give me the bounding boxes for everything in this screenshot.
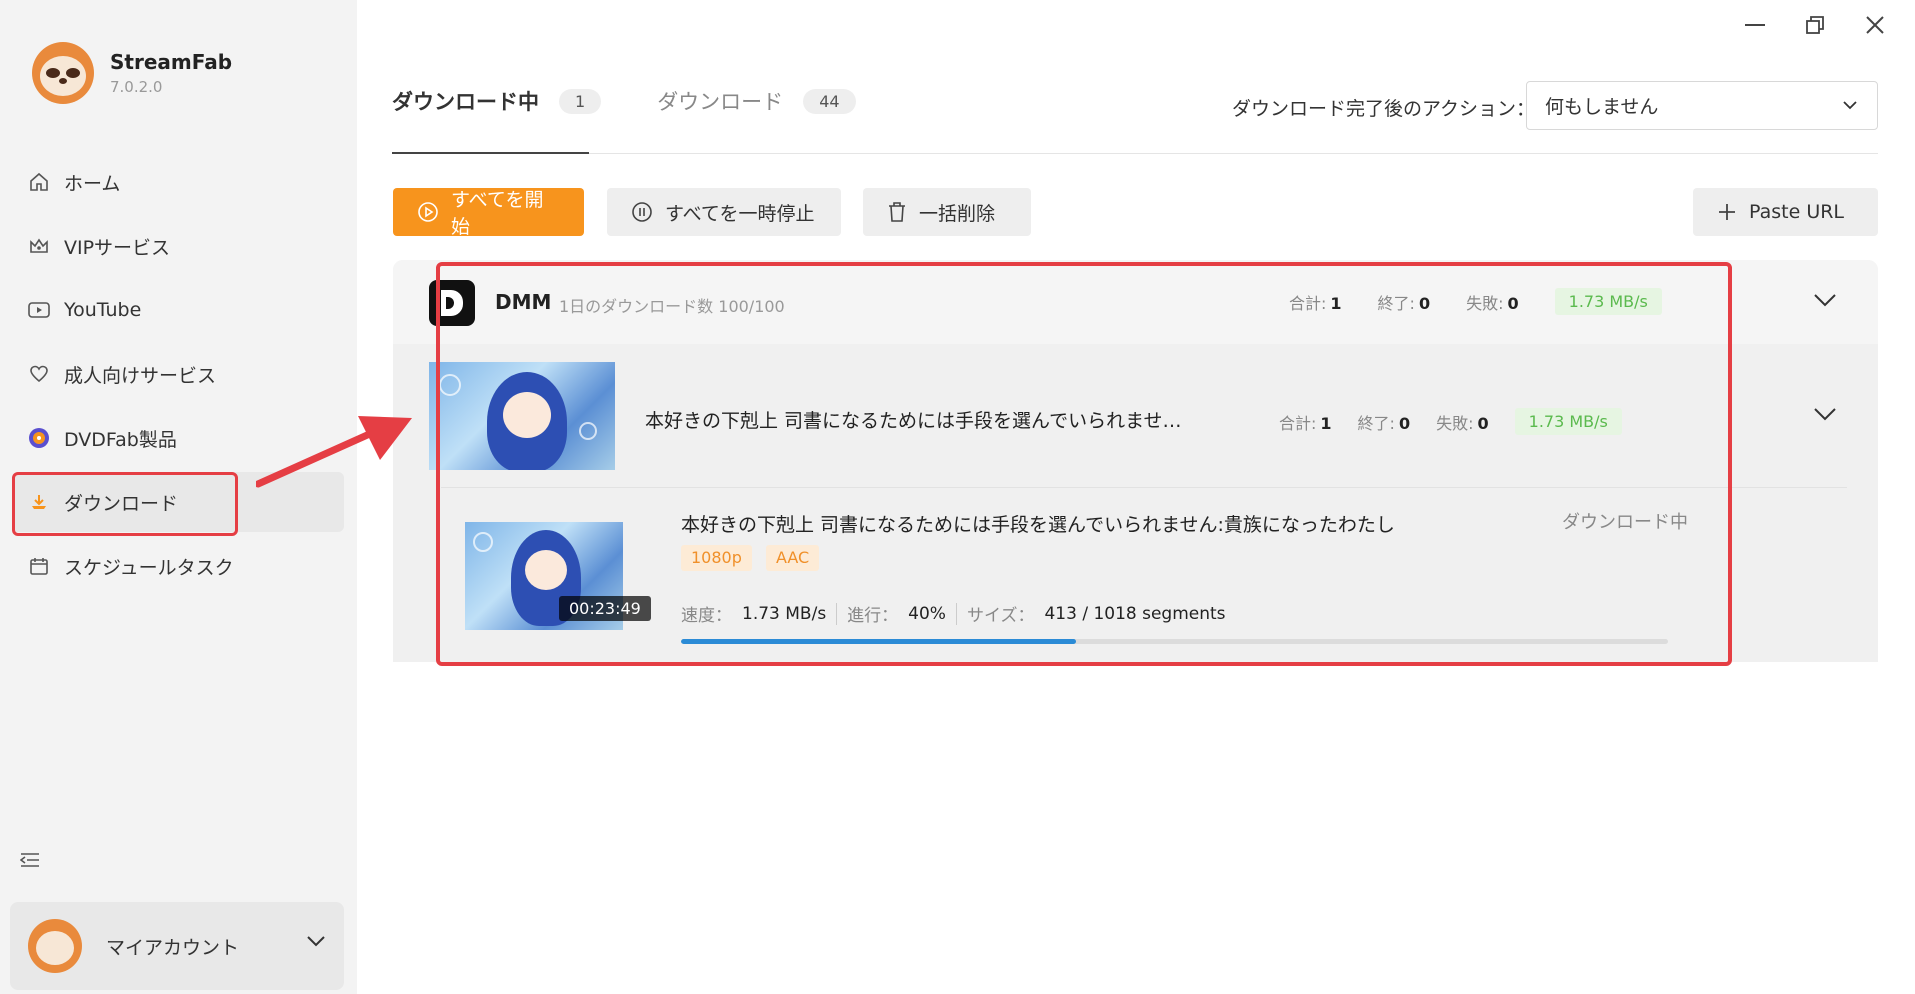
account-label: マイアカウント [106,936,240,959]
crown-icon [28,235,50,257]
close-button[interactable] [1845,10,1905,40]
download-tabs: ダウンロード中 1 ダウンロード 44 [392,86,912,116]
sidebar-item-youtube[interactable]: YouTube [12,280,344,340]
pause-circle-icon [631,201,653,223]
youtube-icon [28,299,50,321]
tab-label: ダウンロード中 [392,90,539,114]
download-highlight-box [12,472,238,536]
after-download-action-select[interactable]: 何もしません [1526,81,1878,130]
pointer-arrow-icon [256,416,412,488]
button-label: Paste URL [1749,201,1845,223]
active-tab-indicator [392,152,589,154]
sidebar-item-label: 成人向けサービス [64,364,217,387]
sidebar-item-label: スケジュールタスク [64,556,234,579]
tab-downloaded[interactable]: ダウンロード 44 [657,86,856,116]
dvdfab-icon [28,427,50,449]
avatar [28,919,82,973]
restore-button[interactable] [1785,10,1845,40]
button-label: 一括削除 [919,202,996,225]
sidebar-item-adult[interactable]: 成人向けサービス [12,344,344,404]
streamfab-logo [32,42,94,104]
expand-chevron-icon[interactable] [1813,292,1837,311]
plus-icon [1717,202,1737,222]
tab-label: ダウンロード [657,90,784,114]
tab-divider [392,153,1878,154]
tab-count-badge: 44 [803,88,856,114]
sidebar-item-label: YouTube [64,299,142,321]
app-version: 7.0.2.0 [110,78,163,96]
button-label: すべてを一時停止 [665,202,815,225]
sidebar-item-label: DVDFab製品 [64,428,177,451]
download-item-highlight-box [436,262,1732,666]
heart-icon [28,363,50,385]
sidebar: StreamFab 7.0.2.0 ホーム VIPサービス YouTube 成人… [0,0,357,994]
tab-count-badge: 1 [559,88,602,114]
select-value: 何もしません [1545,96,1659,118]
tab-downloading[interactable]: ダウンロード中 1 [392,86,602,116]
sidebar-item-home[interactable]: ホーム [12,152,344,212]
minimize-button[interactable] [1725,10,1785,40]
app-name: StreamFab [110,50,233,74]
sidebar-item-schedule[interactable]: スケジュールタスク [12,536,344,596]
play-circle-icon [417,201,439,223]
calendar-icon [28,555,50,577]
start-all-button[interactable]: すべてを開始 [393,188,584,238]
app-window: StreamFab 7.0.2.0 ホーム VIPサービス YouTube 成人… [0,0,1915,994]
sidebar-item-label: ホーム [64,172,121,195]
pause-all-button[interactable]: すべてを一時停止 [607,188,841,236]
after-download-action-label: ダウンロード完了後のアクション： [1232,98,1536,120]
home-icon [28,171,50,193]
trash-icon [887,201,907,223]
account-menu[interactable]: マイアカウント [10,902,344,990]
sidebar-item-label: VIPサービス [64,236,171,259]
chevron-down-icon [1841,96,1859,119]
collapse-sidebar-icon[interactable] [19,852,40,872]
expand-chevron-icon[interactable] [1813,406,1837,425]
window-controls [1725,10,1905,40]
sidebar-item-vip[interactable]: VIPサービス [12,216,344,276]
paste-url-button[interactable]: Paste URL [1693,188,1878,236]
button-label: すべてを開始 [451,189,544,238]
brand: StreamFab 7.0.2.0 [32,42,232,104]
chevron-down-icon [306,932,326,951]
delete-all-button[interactable]: 一括削除 [863,188,1031,236]
